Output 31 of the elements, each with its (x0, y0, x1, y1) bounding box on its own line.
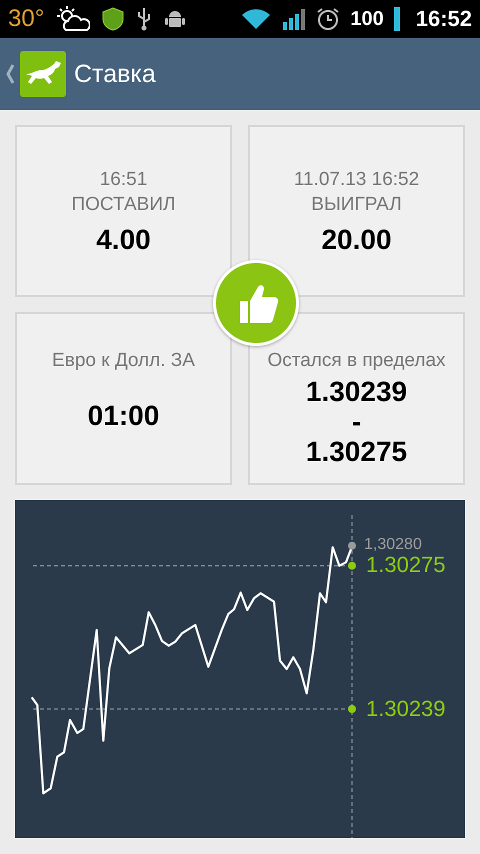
upper-dot (348, 562, 356, 570)
clock: 16:52 (416, 6, 472, 32)
value: 01:00 (88, 401, 160, 431)
battery-icon (394, 7, 400, 31)
current-price-label: 1,30280 (364, 536, 422, 554)
caption: Остался в пределах (267, 349, 446, 373)
signal-icon (282, 7, 306, 31)
weather-icon (56, 5, 90, 33)
value: 4.00 (96, 225, 151, 255)
temperature: 30° (8, 5, 44, 33)
lower-dot (348, 705, 356, 713)
alarm-icon (316, 7, 340, 31)
caption: 16:51 (100, 168, 148, 192)
value: 1.30239 (306, 377, 408, 407)
upper-bound-label: 1.30275 (366, 552, 446, 578)
android-icon (164, 8, 186, 30)
lower-bound-label: 1.30239 (366, 696, 446, 722)
shield-icon (102, 7, 124, 31)
caption: ПОСТАВИЛ (72, 193, 176, 217)
caption: Евро к Долл. ЗА (52, 349, 195, 373)
caption: ВЫИГРАЛ (311, 193, 402, 217)
value: 20.00 (321, 225, 392, 255)
wifi-icon (240, 7, 272, 31)
back-icon (5, 63, 15, 85)
caption: 11.07.13 16:52 (294, 168, 420, 192)
screen-title: Ставка (74, 60, 156, 88)
battery-level: 100 (350, 8, 384, 30)
current-dot (348, 542, 356, 550)
usb-icon (136, 7, 152, 31)
value: - (352, 407, 362, 437)
value: 1.30275 (306, 437, 408, 467)
